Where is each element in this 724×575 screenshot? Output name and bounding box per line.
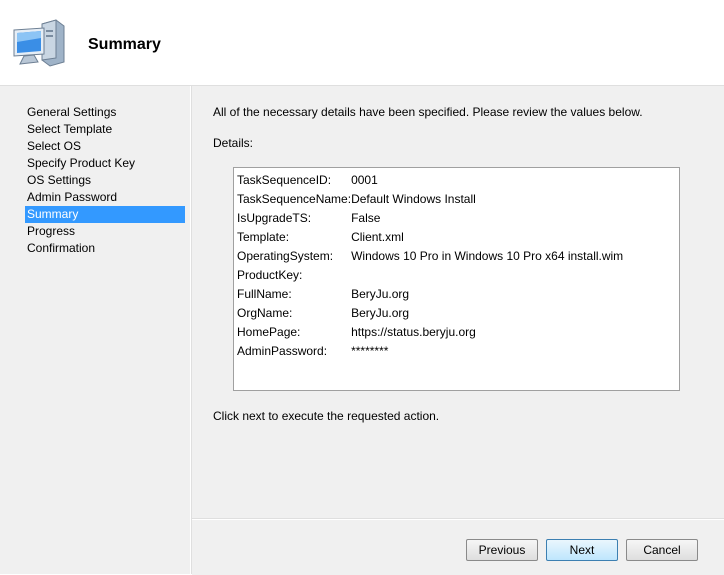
nav-item-progress[interactable]: Progress <box>25 223 185 240</box>
details-key: Template: <box>237 229 290 244</box>
details-value: Client.xml <box>351 229 404 244</box>
details-value: BeryJu.org <box>351 286 410 301</box>
details-row: FullName: BeryJu.org <box>237 284 623 303</box>
previous-button[interactable]: Previous <box>466 539 538 561</box>
details-row: TaskSequenceID: 0001 <box>237 170 623 189</box>
details-value: ******** <box>351 343 389 358</box>
wizard-content: All of the necessary details have been s… <box>192 86 724 518</box>
details-key: OperatingSystem: <box>237 248 334 263</box>
details-row: HomePage: https://status.beryju.org <box>237 322 623 341</box>
nav-item-select-template[interactable]: Select Template <box>25 121 185 138</box>
details-key: TaskSequenceID: <box>237 172 332 187</box>
wizard-header: Summary <box>0 0 724 86</box>
instruction-text: Click next to execute the requested acti… <box>213 409 440 423</box>
wizard-step-list: General Settings Select Template Select … <box>25 104 185 257</box>
details-value: Default Windows Install <box>351 191 476 206</box>
nav-item-select-os[interactable]: Select OS <box>25 138 185 155</box>
details-listbox[interactable]: TaskSequenceID: 0001 TaskSequenceName: Def… <box>233 167 680 391</box>
cancel-button[interactable]: Cancel <box>626 539 698 561</box>
wizard-button-bar: Previous Next Cancel <box>192 518 724 575</box>
nav-item-confirmation[interactable]: Confirmation <box>25 240 185 257</box>
details-key: OrgName: <box>237 305 293 320</box>
details-row: IsUpgradeTS: False <box>237 208 623 227</box>
nav-item-specify-product-key[interactable]: Specify Product Key <box>25 155 185 172</box>
details-value: https://status.beryju.org <box>351 324 476 339</box>
details-value <box>351 265 623 284</box>
page-title: Summary <box>88 36 161 53</box>
details-value: BeryJu.org <box>351 305 410 320</box>
details-row: ProductKey: <box>237 265 623 284</box>
nav-item-admin-password[interactable]: Admin Password <box>25 189 185 206</box>
nav-item-summary[interactable]: Summary <box>25 206 185 223</box>
computer-icon <box>13 19 65 67</box>
nav-item-os-settings[interactable]: OS Settings <box>25 172 185 189</box>
details-key: IsUpgradeTS: <box>237 210 312 225</box>
details-key: AdminPassword: <box>237 343 328 358</box>
details-key: HomePage: <box>237 324 301 339</box>
details-table: TaskSequenceID: 0001 TaskSequenceName: Def… <box>237 170 623 360</box>
details-key: TaskSequenceName: <box>237 191 352 206</box>
details-row: Template: Client.xml <box>237 227 623 246</box>
next-button[interactable]: Next <box>546 539 618 561</box>
details-label: Details: <box>213 136 254 150</box>
details-row: OperatingSystem: Windows 10 Pro in Window… <box>237 246 623 265</box>
details-row: OrgName: BeryJu.org <box>237 303 623 322</box>
details-value: 0001 <box>351 172 378 187</box>
details-row: AdminPassword: ******** <box>237 341 623 360</box>
intro-text: All of the necessary details have been s… <box>213 105 643 119</box>
details-value: Windows 10 Pro in Windows 10 Pro x64 ins… <box>351 248 624 263</box>
details-key: ProductKey: <box>237 267 303 282</box>
details-key: FullName: <box>237 286 292 301</box>
details-value: False <box>351 210 381 225</box>
details-row: TaskSequenceName: Default Windows Install <box>237 189 623 208</box>
wizard-nav-pane: General Settings Select Template Select … <box>0 86 192 574</box>
nav-item-general-settings[interactable]: General Settings <box>25 104 185 121</box>
